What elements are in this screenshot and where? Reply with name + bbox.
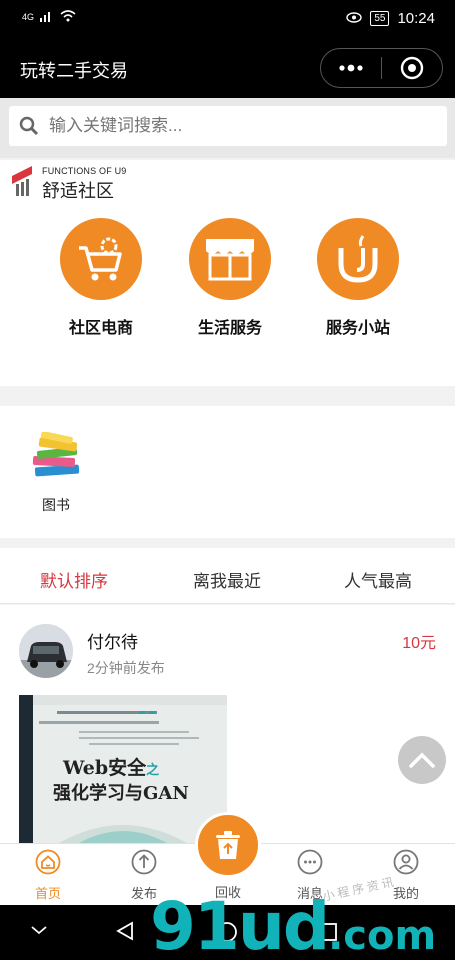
logo-mark-icon	[12, 166, 32, 196]
community-section: FUNCTIONS OF U9 舒适社区 社区电商 生活服务 服务小站	[0, 160, 455, 386]
category-label: 生活服务	[197, 320, 262, 337]
tab-home[interactable]: 首页	[18, 849, 78, 902]
category-community-ecommerce[interactable]: 社区电商	[46, 218, 156, 338]
network-label: 4G	[22, 12, 35, 22]
close-miniprogram-button[interactable]	[382, 49, 442, 87]
home-icon	[35, 849, 61, 875]
chevron-up-icon	[409, 752, 435, 768]
listing-photo[interactable]: Web安全之 强化学习与GAN	[19, 695, 227, 843]
status-bar: 4G 55 10:24	[0, 0, 455, 38]
category-label: 服务小站	[325, 320, 390, 337]
category-service-station[interactable]: 服务小站	[303, 218, 413, 338]
seller-name: 付尔待	[87, 633, 138, 652]
logo-subtitle: FUNCTIONS OF U9	[42, 166, 127, 176]
station-icon	[317, 218, 399, 300]
books-label: 图书	[42, 497, 70, 513]
category-books[interactable]: 图书	[20, 431, 92, 515]
profile-icon	[393, 849, 419, 875]
category-life-services[interactable]: 生活服务	[175, 218, 285, 338]
community-logo: FUNCTIONS OF U9 舒适社区	[12, 166, 127, 203]
signal-icon	[40, 10, 54, 24]
page-title: 玩转二手交易	[20, 61, 128, 81]
logo-title: 舒适社区	[42, 181, 114, 201]
wifi-icon	[60, 10, 76, 24]
search-area	[0, 98, 455, 158]
books-icon	[32, 431, 80, 477]
more-dots-icon	[339, 64, 363, 72]
recycle-icon	[216, 831, 240, 859]
book-category-section: 图书	[0, 406, 455, 538]
sort-bar: 默认排序 离我最近 人气最高	[0, 548, 455, 604]
more-menu-button[interactable]	[321, 49, 381, 87]
upload-icon	[131, 849, 157, 875]
listing-price: 10元	[402, 635, 436, 652]
listing-item[interactable]: 付尔待 2分钟前发布 10元 Web安全之 强化学习与GAN	[0, 605, 455, 843]
recycle-button[interactable]	[195, 812, 261, 878]
category-label: 社区电商	[68, 320, 133, 337]
watermark-suffix: .com	[328, 913, 437, 959]
shopping-cart-icon	[60, 218, 142, 300]
photo-title-line1: Web安全	[63, 757, 147, 779]
search-input[interactable]	[49, 116, 409, 136]
back-icon[interactable]	[116, 921, 134, 946]
watermark-main: 91ud	[150, 888, 330, 960]
clock: 10:24	[397, 10, 435, 27]
back-to-top-button[interactable]	[398, 736, 446, 784]
eye-icon	[346, 10, 363, 27]
storefront-icon	[189, 218, 271, 300]
collapse-icon[interactable]	[30, 923, 48, 941]
search-box[interactable]	[9, 106, 447, 146]
nav-bar: 玩转二手交易	[0, 38, 455, 98]
target-close-icon	[400, 56, 424, 80]
post-time: 2分钟前发布	[87, 660, 165, 676]
message-icon	[297, 849, 323, 875]
battery-indicator: 55	[370, 11, 390, 26]
sort-nearest[interactable]: 离我最近	[193, 567, 261, 592]
sort-default[interactable]: 默认排序	[40, 567, 108, 592]
miniprogram-capsule	[320, 48, 443, 88]
watermark-logo: 91ud.com	[150, 888, 436, 960]
tab-label: 首页	[34, 886, 61, 901]
avatar[interactable]	[19, 624, 73, 678]
photo-title-suffix: 之	[146, 763, 160, 778]
search-icon	[19, 116, 39, 136]
sort-popular[interactable]: 人气最高	[344, 567, 412, 592]
photo-title-line2: 强化学习与GAN	[53, 783, 189, 804]
